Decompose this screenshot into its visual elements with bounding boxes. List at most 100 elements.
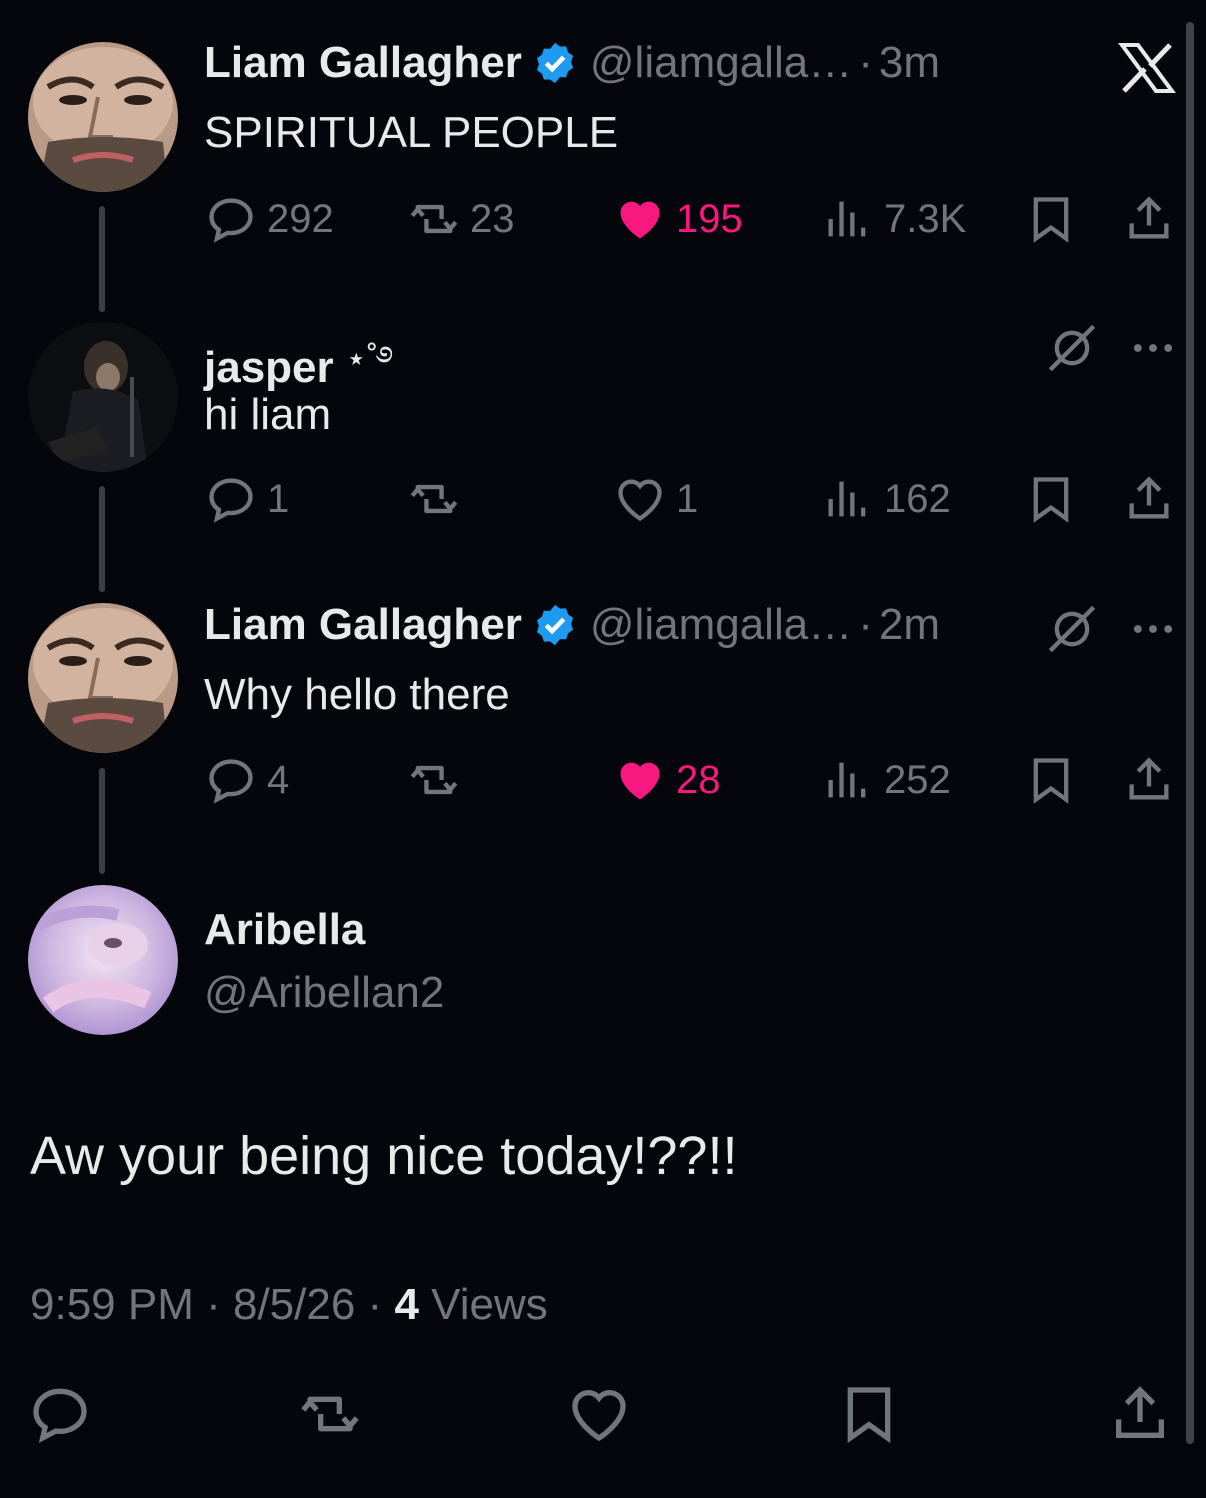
retweet-icon (410, 204, 458, 234)
like-button[interactable]: 195 (614, 193, 743, 245)
views-icon (828, 481, 866, 517)
retweet-icon (301, 1396, 359, 1432)
like-count: 195 (676, 196, 743, 241)
author-name[interactable]: Liam Gallagher (204, 600, 522, 650)
more-button[interactable] (1127, 603, 1179, 660)
tweet-text: SPIRITUAL PEOPLE (204, 108, 619, 157)
author-name[interactable]: Aribella (204, 905, 365, 955)
grok-button[interactable] (1046, 603, 1098, 660)
thread-line (99, 768, 105, 874)
x-logo-icon[interactable] (1118, 42, 1176, 94)
grok-icon (1048, 324, 1096, 372)
verified-badge-icon (536, 42, 573, 84)
share-button[interactable] (1123, 473, 1175, 530)
retweet-icon (410, 765, 458, 795)
timestamp[interactable]: 3m (879, 38, 940, 88)
bookmark-icon (1033, 477, 1069, 523)
grok-icon (1048, 605, 1096, 653)
separator-dot: · (858, 600, 873, 649)
views-button[interactable]: 252 (822, 754, 951, 806)
views-button[interactable]: 7.3K (822, 193, 966, 245)
tweet-meta: 9:59 PM · 8/5/26 · 4 Views (30, 1280, 548, 1330)
bookmark-button[interactable] (1025, 473, 1077, 530)
heart-icon (618, 479, 662, 522)
bookmark-button[interactable] (1025, 754, 1077, 811)
post-date: 8/5/26 (232, 1280, 356, 1329)
more-icon (1133, 625, 1173, 633)
bookmark-icon (847, 1387, 891, 1444)
reply-icon (209, 759, 253, 804)
retweet-button[interactable] (298, 1382, 362, 1451)
bookmark-button[interactable] (837, 1382, 901, 1451)
thread-line (99, 486, 105, 592)
retweet-button[interactable]: 23 (408, 193, 515, 245)
reply-button[interactable]: 292 (205, 193, 334, 245)
separator-dot: · (355, 1280, 395, 1329)
grok-button[interactable] (1046, 322, 1098, 379)
verified-badge-icon (536, 604, 573, 646)
heart-icon (620, 201, 660, 239)
author-handle[interactable]: @Aribellan2 (204, 968, 444, 1018)
tweet-header: Liam Gallagher @liamgalla… · 3m (204, 38, 940, 88)
like-count: 1 (676, 476, 699, 521)
avatar[interactable] (28, 885, 178, 1035)
share-icon (1129, 196, 1169, 239)
heart-icon (620, 762, 660, 800)
tweet-header: Liam Gallagher @liamgalla… · 2m (204, 600, 940, 650)
bookmark-icon (1033, 197, 1069, 243)
like-button[interactable]: 1 (614, 473, 698, 525)
reply-icon (209, 478, 253, 523)
scrollbar[interactable] (1186, 22, 1194, 1444)
views-button[interactable]: 162 (822, 473, 951, 525)
timestamp[interactable]: 2m (879, 600, 940, 650)
author-name[interactable]: Liam Gallagher (204, 38, 522, 88)
share-button[interactable] (1108, 1382, 1172, 1451)
heart-icon (572, 1390, 626, 1442)
reply-icon (209, 198, 253, 243)
views-count: 4 (394, 1280, 419, 1329)
share-icon (1116, 1386, 1164, 1438)
views-count: 7.3K (884, 196, 967, 241)
reply-button[interactable]: 4 (205, 754, 289, 806)
like-count: 28 (676, 757, 721, 802)
reply-count: 292 (267, 196, 334, 241)
more-button[interactable] (1127, 322, 1179, 379)
like-button[interactable]: 28 (614, 754, 721, 806)
reply-count: 1 (267, 476, 290, 521)
main-tweet-text: Aw your being nice today!??!! (30, 1126, 738, 1186)
author-name[interactable]: jasper (204, 343, 334, 393)
more-icon (1133, 344, 1173, 352)
retweet-count: 23 (470, 196, 515, 241)
like-button[interactable] (567, 1382, 631, 1451)
author-handle[interactable]: @liamgalla… (590, 600, 852, 650)
name-decoration: ⋆˚࿔ (345, 340, 394, 378)
tweet-text: Why hello there (204, 670, 510, 719)
reply-icon (33, 1388, 87, 1444)
share-button[interactable] (1123, 754, 1175, 811)
share-button[interactable] (1123, 193, 1175, 250)
share-icon (1129, 757, 1169, 800)
author-handle[interactable]: @liamgalla… (590, 38, 852, 88)
reply-button[interactable] (28, 1382, 92, 1451)
views-icon (828, 762, 866, 798)
retweet-button[interactable] (408, 473, 470, 525)
avatar[interactable] (28, 322, 178, 472)
thread-line (99, 206, 105, 312)
retweet-icon (410, 484, 458, 514)
views-icon (828, 201, 866, 237)
bookmark-button[interactable] (1025, 193, 1077, 250)
tweet-text: hi liam (204, 390, 332, 439)
separator-dot: · (858, 38, 873, 87)
avatar[interactable] (28, 603, 178, 753)
share-icon (1129, 476, 1169, 519)
separator-dot: · (193, 1280, 233, 1329)
post-time: 9:59 PM (30, 1280, 194, 1329)
bookmark-icon (1033, 758, 1069, 804)
reply-count: 4 (267, 757, 290, 802)
retweet-button[interactable] (408, 754, 470, 806)
views-count: 162 (884, 476, 951, 521)
avatar[interactable] (28, 42, 178, 192)
views-label: Views (418, 1280, 548, 1329)
reply-button[interactable]: 1 (205, 473, 289, 525)
views-count: 252 (884, 757, 951, 802)
